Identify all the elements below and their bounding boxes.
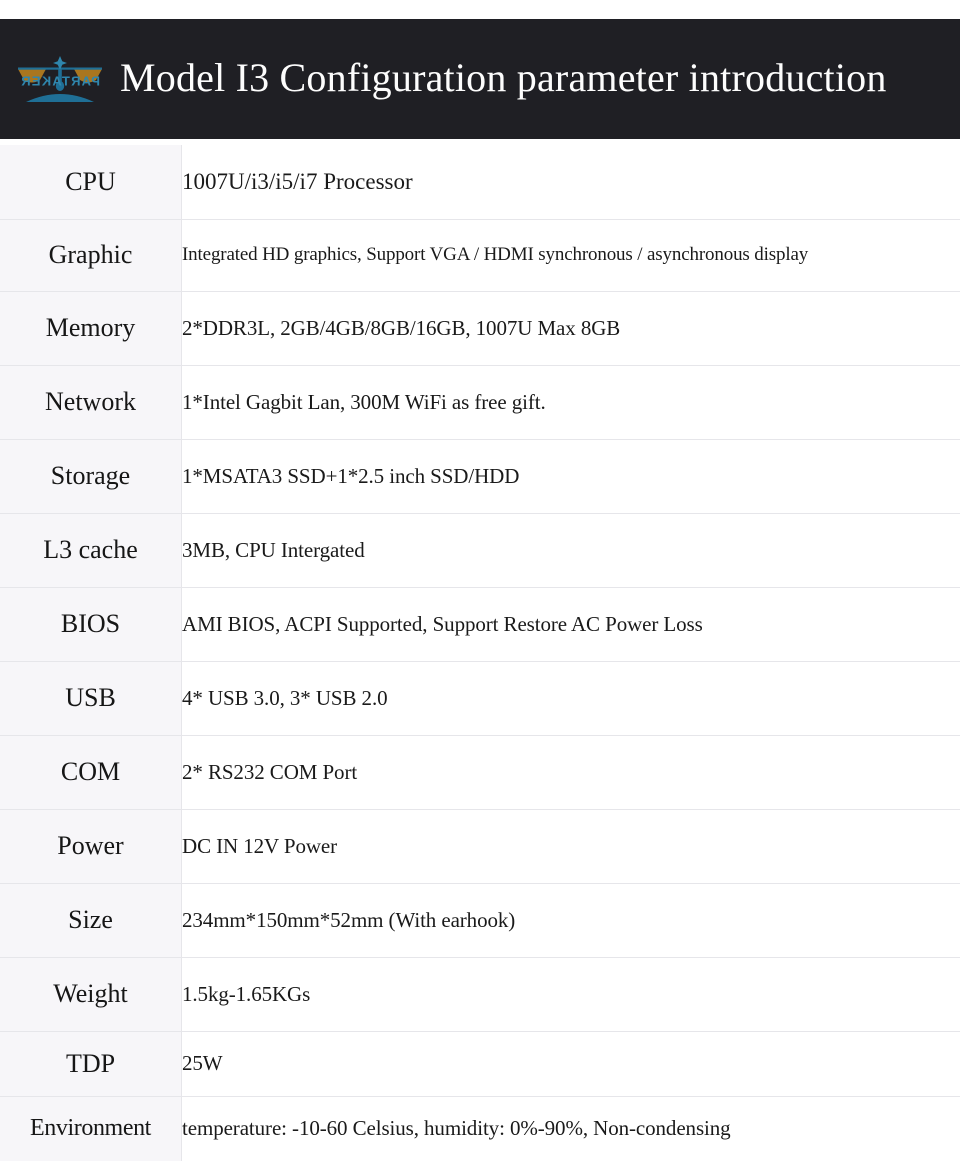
spec-value-tdp: 25W [181,1031,960,1097]
spec-sheet-page: PARTAKER Model I3 Configuration paramete… [0,0,960,1161]
spec-value-memory: 2*DDR3L, 2GB/4GB/8GB/16GB, 1007U Max 8GB [181,291,960,366]
table-row: USB 4* USB 3.0, 3* USB 2.0 [0,661,960,736]
table-row: Weight 1.5kg-1.65KGs [0,957,960,1032]
spec-value-bios: AMI BIOS, ACPI Supported, Support Restor… [181,587,960,662]
partaker-logo: PARTAKER [10,55,110,103]
table-row: Environment temperature: -10-60 Celsius,… [0,1096,960,1161]
spec-value-cpu: 1007U/i3/i5/i7 Processor [181,145,960,220]
spec-label-network: Network [0,365,182,440]
table-row: Power DC IN 12V Power [0,809,960,884]
spec-label-cpu: CPU [0,145,182,220]
spec-label-tdp: TDP [0,1031,182,1097]
spec-value-com: 2* RS232 COM Port [181,735,960,810]
spec-label-weight: Weight [0,957,182,1032]
spec-label-graphic: Graphic [0,219,182,292]
table-row: Memory 2*DDR3L, 2GB/4GB/8GB/16GB, 1007U … [0,291,960,366]
table-row: Graphic Integrated HD graphics, Support … [0,219,960,292]
spec-value-storage: 1*MSATA3 SSD+1*2.5 inch SSD/HDD [181,439,960,514]
spec-value-graphic: Integrated HD graphics, Support VGA / HD… [181,219,960,292]
spec-label-environment: Environment [0,1096,182,1161]
table-row: CPU 1007U/i3/i5/i7 Processor [0,145,960,220]
table-row: COM 2* RS232 COM Port [0,735,960,810]
spec-value-size: 234mm*150mm*52mm (With earhook) [181,883,960,958]
spec-label-bios: BIOS [0,587,182,662]
table-row: L3 cache 3MB, CPU Intergated [0,513,960,588]
header-banner: PARTAKER Model I3 Configuration paramete… [0,19,960,139]
spec-value-l3-cache: 3MB, CPU Intergated [181,513,960,588]
table-row: Storage 1*MSATA3 SSD+1*2.5 inch SSD/HDD [0,439,960,514]
spec-label-size: Size [0,883,182,958]
spec-label-com: COM [0,735,182,810]
spec-value-usb: 4* USB 3.0, 3* USB 2.0 [181,661,960,736]
spec-value-environment: temperature: -10-60 Celsius, humidity: 0… [182,1116,731,1141]
svg-text:PARTAKER: PARTAKER [20,74,100,89]
table-row: Network 1*Intel Gagbit Lan, 300M WiFi as… [0,365,960,440]
spec-label-usb: USB [0,661,182,736]
spec-label-storage: Storage [0,439,182,514]
table-row: TDP 25W [0,1031,960,1097]
spec-value-power: DC IN 12V Power [181,809,960,884]
specification-table: CPU 1007U/i3/i5/i7 Processor Graphic Int… [0,145,960,1161]
spec-value-weight: 1.5kg-1.65KGs [181,957,960,1032]
page-title: Model I3 Configuration parameter introdu… [120,54,887,100]
table-row: BIOS AMI BIOS, ACPI Supported, Support R… [0,587,960,662]
spec-label-memory: Memory [0,291,182,366]
spec-label-power: Power [0,809,182,884]
spec-label-l3-cache: L3 cache [0,513,182,588]
spec-value-network: 1*Intel Gagbit Lan, 300M WiFi as free gi… [181,365,960,440]
table-row: Size 234mm*150mm*52mm (With earhook) [0,883,960,958]
